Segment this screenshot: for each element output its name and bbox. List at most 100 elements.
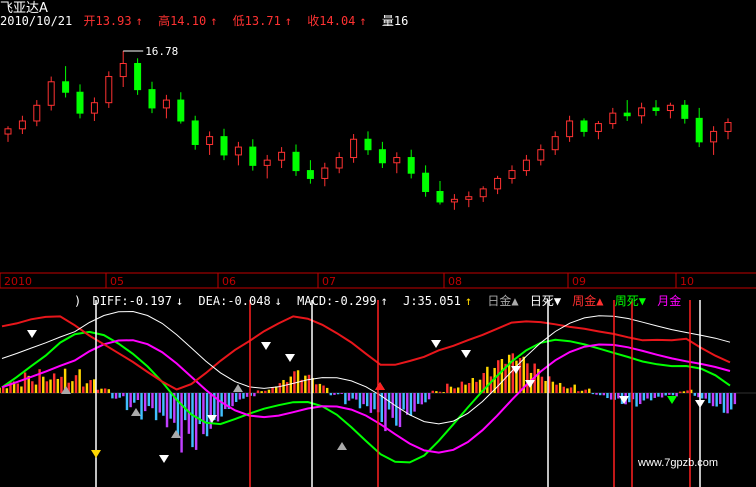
buy-signal-marker xyxy=(337,442,347,450)
macd-value: MACD:-0.299 ↑ xyxy=(297,294,388,308)
macd-bar xyxy=(307,374,311,393)
macd-bar xyxy=(278,383,282,393)
candle-body xyxy=(162,99,170,109)
macd-bar xyxy=(595,393,598,395)
macd-bar xyxy=(71,381,74,393)
candle-body xyxy=(105,76,113,104)
macd-bar xyxy=(5,388,9,393)
macd-bar xyxy=(220,393,223,417)
macd-bar xyxy=(45,381,49,393)
macd-bar xyxy=(391,393,394,418)
candle-body xyxy=(292,151,300,172)
macd-bar xyxy=(322,385,325,393)
macd-bar xyxy=(478,379,482,393)
macd-bar xyxy=(336,393,340,395)
macd-bar xyxy=(402,393,405,410)
candle-body xyxy=(206,136,214,145)
macd-bar xyxy=(598,393,602,396)
macd-bar xyxy=(486,366,489,393)
legend-zhousi: 周死▼ xyxy=(614,294,646,308)
stock-chart-screen: { "header": { "stock_name": "飞亚达A", "dat… xyxy=(0,0,756,487)
buy-signal-marker xyxy=(131,408,141,416)
macd-bar xyxy=(118,393,121,398)
macd-bar xyxy=(256,390,260,393)
macd-bar xyxy=(693,393,697,396)
candle-body xyxy=(494,177,502,190)
macd-bar xyxy=(85,383,89,393)
candle-body xyxy=(580,120,588,132)
macd-bar xyxy=(413,393,416,412)
macd-bar xyxy=(373,393,376,410)
macd-bar xyxy=(395,393,398,426)
candle-body xyxy=(33,104,41,122)
x-tick-label: 09 xyxy=(572,275,586,288)
x-tick-label: 05 xyxy=(110,275,124,288)
macd-bar xyxy=(460,381,464,393)
macd-bar xyxy=(602,393,606,396)
macd-bar xyxy=(609,393,613,400)
macd-bar xyxy=(679,391,682,393)
candle-body xyxy=(378,149,386,164)
candle-body xyxy=(18,120,26,130)
macd-bar xyxy=(726,393,729,414)
candle-body xyxy=(134,63,142,91)
candle-body xyxy=(422,172,430,192)
candle-body xyxy=(666,104,674,112)
candle-body xyxy=(177,99,185,122)
diff-value: DIFF:-0.197 ↓ xyxy=(92,294,184,308)
candle-body xyxy=(62,81,70,93)
candle-body xyxy=(393,157,401,164)
macd-bar xyxy=(194,393,198,450)
macd-bar xyxy=(577,391,580,393)
candle-body xyxy=(436,190,444,203)
macd-bar xyxy=(103,388,107,393)
x-tick-label: 10 xyxy=(680,275,694,288)
macd-bar xyxy=(122,393,125,397)
macd-bar xyxy=(573,384,576,393)
candle-body xyxy=(695,117,703,143)
k-line xyxy=(1,315,731,391)
macd-bar xyxy=(242,393,245,399)
macd-bar xyxy=(133,393,136,403)
macd-bar xyxy=(431,390,434,393)
macd-bar xyxy=(646,393,649,399)
macd-bar xyxy=(271,387,274,393)
sell-signal-marker xyxy=(431,340,441,348)
macd-bar xyxy=(42,376,45,393)
candle-body xyxy=(191,120,199,145)
macd-bar xyxy=(93,379,96,393)
candle-body xyxy=(566,120,574,138)
candle-body xyxy=(249,146,257,166)
macd-bar xyxy=(147,393,151,407)
macd-bar xyxy=(406,393,409,415)
macd-bar xyxy=(730,393,733,410)
buy-signal-marker xyxy=(171,430,181,438)
macd-bar xyxy=(686,390,689,393)
macd-bar xyxy=(125,393,129,411)
macd-bar xyxy=(555,384,558,393)
sell-signal-marker xyxy=(27,330,37,338)
buy-signal-marker xyxy=(375,382,385,390)
macd-bar xyxy=(245,393,249,397)
macd-bar xyxy=(715,393,718,407)
macd-bar xyxy=(344,393,347,405)
macd-bar xyxy=(358,393,362,409)
macd-bar xyxy=(722,393,726,413)
dea-value: DEA:-0.048 ↓ xyxy=(198,294,282,308)
macd-bar xyxy=(289,376,292,393)
macd-bar xyxy=(60,376,63,393)
macd-bar xyxy=(34,384,38,393)
candle-body xyxy=(119,63,127,78)
macd-bar xyxy=(467,383,471,393)
macd-bar xyxy=(606,393,609,399)
macd-bar xyxy=(427,393,431,400)
macd-bar xyxy=(224,393,227,410)
macd-bar xyxy=(449,386,453,393)
macd-bar xyxy=(264,390,267,393)
macd-bar xyxy=(129,393,132,408)
chart-svg: 2010 05 06 07 08 09 10 16.78 xyxy=(0,45,756,487)
j-value: J:35.051 ↑ xyxy=(403,294,473,308)
macd-bar xyxy=(318,383,322,393)
macd-bar xyxy=(369,393,373,413)
candle-body xyxy=(638,107,646,117)
